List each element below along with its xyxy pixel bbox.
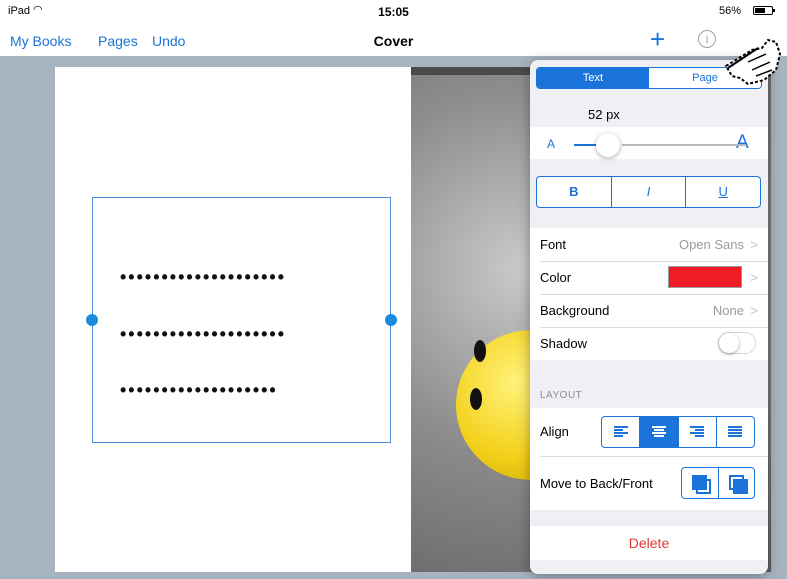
bring-to-front-icon-part: [732, 479, 748, 494]
slider-track-empty: [622, 144, 746, 146]
color-label: Color: [540, 270, 572, 285]
resize-handle-left[interactable]: [86, 314, 98, 326]
resize-handle-right[interactable]: [385, 314, 397, 326]
align-label: Align: [540, 424, 569, 439]
bold-button[interactable]: B: [537, 177, 612, 207]
chevron-right-icon: >: [750, 237, 758, 252]
align-left-button[interactable]: [602, 417, 641, 447]
shadow-toggle[interactable]: [718, 332, 756, 354]
italic-button[interactable]: I: [612, 177, 687, 207]
background-row[interactable]: Background None >: [530, 294, 768, 327]
shadow-label: Shadow: [540, 336, 587, 351]
add-icon[interactable]: +: [650, 26, 665, 52]
bring-to-front-button[interactable]: [719, 468, 755, 498]
delete-row: Delete: [530, 526, 768, 560]
small-a-label: A: [547, 137, 556, 151]
chevron-right-icon: >: [750, 270, 758, 285]
align-right-button[interactable]: [679, 417, 717, 447]
text-line: ••••••••••••••••••••: [120, 267, 287, 287]
underline-button[interactable]: U: [686, 177, 760, 207]
text-box-selection[interactable]: [92, 197, 391, 443]
send-to-back-button[interactable]: [682, 468, 719, 498]
font-size-value: 52 px: [588, 107, 620, 122]
text-style-segmented-control: B I U: [536, 176, 761, 208]
page-title: Cover: [373, 33, 414, 49]
font-size-row: A A: [530, 127, 768, 159]
move-order-label: Move to Back/Front: [540, 476, 653, 491]
clock: 15:05: [378, 5, 409, 19]
shadow-row: Shadow: [530, 327, 768, 360]
text-inspector-popover: Text Page 52 px A A B I U Font Open Sans…: [530, 60, 768, 574]
color-swatch[interactable]: [668, 266, 742, 288]
align-center-icon: [651, 426, 666, 438]
background-label: Background: [540, 303, 610, 318]
move-order-row: Move to Back/Front: [530, 456, 768, 510]
info-icon[interactable]: i: [698, 30, 716, 48]
battery-icon: [753, 6, 775, 15]
send-to-back-icon-part: [692, 475, 707, 490]
text-line: •••••••••••••••••••: [120, 380, 278, 400]
font-row[interactable]: Font Open Sans >: [530, 228, 768, 261]
align-center-button[interactable]: [640, 417, 679, 447]
font-label: Font: [540, 237, 567, 252]
font-value: Open Sans: [678, 237, 744, 252]
align-row: Align: [530, 408, 768, 456]
navigation-bar: My Books Pages Undo Cover + i: [0, 24, 787, 56]
align-left-icon: [613, 426, 628, 438]
status-bar: iPad ◠ 15:05 56%: [0, 0, 787, 22]
pointer-hand-icon: [724, 38, 782, 86]
large-a-label: A: [736, 132, 749, 153]
background-value: None: [712, 303, 744, 318]
smiley-eye: [470, 388, 482, 410]
align-justify-button[interactable]: [717, 417, 754, 447]
chevron-right-icon: >: [750, 303, 758, 318]
font-size-slider-thumb[interactable]: [596, 133, 620, 157]
arrange-segmented-control: [681, 467, 755, 499]
align-right-icon: [690, 426, 705, 438]
layout-section-header: LAYOUT: [540, 390, 583, 401]
tab-text[interactable]: Text: [537, 68, 649, 88]
align-justify-icon: [728, 426, 743, 438]
align-segmented-control: [601, 416, 755, 448]
delete-button[interactable]: Delete: [629, 535, 669, 551]
color-row[interactable]: Color >: [530, 261, 768, 294]
smiley-eye: [474, 340, 486, 362]
battery-percent: 56%: [718, 5, 741, 17]
text-line: ••••••••••••••••••••: [120, 324, 287, 344]
